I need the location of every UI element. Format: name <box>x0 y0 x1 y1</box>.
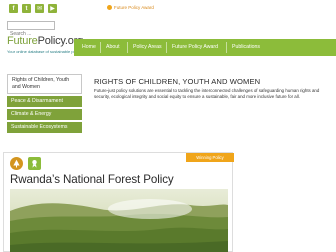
policy-landscape-image <box>10 189 228 252</box>
top-bar: f t ✉ ▶ Future Policy Award <box>0 0 336 18</box>
sidebar-item-peace[interactable]: Peace & Disarmament <box>7 96 82 107</box>
nav-publications[interactable]: Publications <box>232 44 260 51</box>
award-logo-icon <box>107 5 112 10</box>
nav-divider <box>166 42 167 53</box>
youtube-icon[interactable]: ▶ <box>48 4 57 13</box>
nav-home[interactable]: Home <box>82 44 96 51</box>
page-title: RIGHTS OF CHILDREN, YOUTH AND WOMEN <box>94 77 261 86</box>
forest-category-icon <box>10 157 23 170</box>
policy-area-sidebar: Rights of Children, Youth and Women Peac… <box>7 74 82 135</box>
award-category-icon <box>28 157 41 170</box>
winning-policy-badge: Winning Policy <box>186 153 234 162</box>
nav-about[interactable]: About <box>106 44 120 51</box>
search-box <box>7 21 55 38</box>
nav-policy-areas[interactable]: Policy Areas <box>133 44 162 51</box>
featured-policy-card[interactable]: Winning Policy Rwanda’s National Forest … <box>3 152 234 252</box>
facebook-icon[interactable]: f <box>9 4 18 13</box>
nav-divider <box>226 42 227 53</box>
nav-future-policy-award[interactable]: Future Policy Award <box>172 44 218 51</box>
logo-part-future: Future <box>7 35 38 47</box>
nav-divider <box>127 42 128 53</box>
future-policy-award-logo[interactable]: Future Policy Award <box>107 5 154 10</box>
sidebar-item-rights[interactable]: Rights of Children, Youth and Women <box>7 74 82 94</box>
twitter-icon[interactable]: t <box>22 4 31 13</box>
policy-title[interactable]: Rwanda’s National Forest Policy <box>10 173 174 186</box>
sidebar-item-ecosystems[interactable]: Sustainable Ecosystems <box>7 122 82 133</box>
award-logo-text: Future Policy Award <box>114 5 154 10</box>
sidebar-item-climate[interactable]: Climate & Energy <box>7 109 82 120</box>
mail-icon[interactable]: ✉ <box>35 4 44 13</box>
main-nav: Home About Policy Areas Future Policy Aw… <box>74 39 336 56</box>
page-description: Future-just policy solutions are essenti… <box>94 88 320 100</box>
nav-divider <box>100 42 101 53</box>
